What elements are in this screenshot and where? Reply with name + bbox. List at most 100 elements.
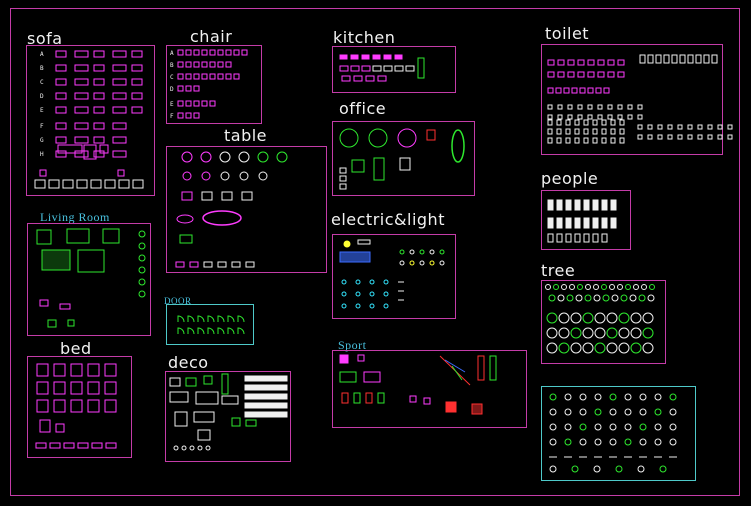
deco-symbol (245, 419, 257, 427)
chair-row-label: D (170, 86, 174, 93)
chair-row-label: E (170, 101, 174, 108)
kitchen-symbol (350, 65, 360, 72)
toilet-symbol (557, 104, 563, 110)
toilet-symbol (565, 119, 571, 126)
bed-symbol (77, 442, 89, 449)
toilet-symbol (647, 54, 654, 64)
kitchen-symbol (361, 65, 371, 72)
deco-symbol (231, 417, 241, 427)
toilet-symbol (556, 137, 562, 144)
deco-symbol (173, 445, 179, 451)
people-symbol (574, 199, 581, 211)
deco-symbol (169, 391, 189, 403)
toilet-symbol (592, 128, 598, 135)
tree-symbol (553, 284, 559, 290)
table-symbol (189, 261, 199, 268)
office-symbol (339, 183, 347, 190)
people-symbol (601, 233, 608, 243)
people-symbol (601, 217, 608, 229)
sofa-symbol (55, 136, 67, 144)
deco-symbol (221, 395, 239, 405)
table-symbol (220, 171, 230, 181)
sofa-row-label: H (40, 151, 44, 158)
kitchen-symbol (350, 54, 359, 60)
toilet-symbol (547, 59, 555, 66)
toilet-symbol (657, 124, 663, 130)
sofa-symbol (131, 64, 143, 72)
door-symbol (177, 315, 185, 323)
sport-symbol (339, 371, 357, 383)
bed-symbol (87, 399, 100, 413)
misc-symbol (609, 423, 617, 431)
toilet-symbol (703, 54, 710, 64)
electric-symbol (369, 279, 375, 285)
deco-symbol (197, 445, 203, 451)
misc-symbol (564, 393, 572, 401)
chair-symbol (193, 49, 200, 56)
sofa-symbol (55, 64, 67, 72)
misc-symbol (594, 423, 602, 431)
door-symbol (227, 327, 235, 335)
tree-symbol (593, 294, 601, 302)
tree-symbol (594, 342, 606, 354)
table-symbol (181, 191, 193, 201)
toilet-symbol (707, 124, 713, 130)
people-symbol (592, 217, 599, 229)
toilet-symbol (563, 87, 570, 94)
chair-symbol (177, 61, 184, 68)
people-symbol (547, 199, 554, 211)
living-room-symbol (59, 303, 71, 310)
toilet-symbol (667, 134, 673, 140)
chair-symbol (225, 49, 232, 56)
chair-symbol (193, 85, 200, 92)
cad-drawing-canvas[interactable]: sofa chair table Living Room DOOR bed de… (0, 0, 751, 506)
living-room-symbol (138, 266, 146, 274)
toilet-symbol (547, 87, 554, 94)
misc-symbol (654, 408, 662, 416)
sofa-symbol (74, 50, 89, 58)
toilet-symbol (587, 59, 595, 66)
living-room-symbol (138, 230, 146, 238)
sofa-symbol (74, 106, 89, 114)
misc-symbol (609, 408, 617, 416)
kitchen-symbol (372, 54, 381, 60)
electric-symbol (369, 291, 375, 297)
tree-symbol (606, 342, 618, 354)
sofa-symbol (112, 106, 127, 114)
tree-symbol (606, 327, 618, 339)
chair-row-label: C (170, 74, 174, 81)
sofa-symbol (74, 92, 89, 100)
sofa-row-label: E (40, 107, 44, 114)
deco-symbol (189, 445, 195, 451)
toilet-symbol (557, 71, 565, 78)
toilet-symbol (627, 104, 633, 110)
misc-symbol (639, 408, 647, 416)
misc-symbol (579, 423, 587, 431)
living-room-symbol (138, 290, 146, 298)
toilet-symbol (627, 114, 633, 120)
deco-symbol (174, 411, 188, 427)
table-symbol (201, 191, 213, 201)
tree-symbol (606, 312, 618, 324)
toilet-symbol (587, 71, 595, 78)
table-symbol (176, 214, 194, 224)
toilet-symbol (697, 134, 703, 140)
tree-symbol (647, 294, 655, 302)
kitchen-symbol (394, 65, 404, 72)
toilet-symbol (556, 119, 562, 126)
chair-symbol (185, 49, 192, 56)
toilet-symbol (647, 134, 653, 140)
chair-symbol (241, 49, 248, 56)
table-symbol (203, 261, 213, 268)
electric-symbol (383, 303, 389, 309)
tree-symbol (577, 284, 583, 290)
toilet-symbol (607, 104, 613, 110)
sofa-symbol (55, 92, 67, 100)
misc-symbol (564, 423, 572, 431)
misc-symbol (549, 393, 557, 401)
electric-symbol (439, 260, 445, 266)
tree-symbol (641, 284, 647, 290)
misc-symbol (669, 438, 677, 446)
toilet-symbol (574, 128, 580, 135)
deco-symbol (185, 377, 197, 387)
